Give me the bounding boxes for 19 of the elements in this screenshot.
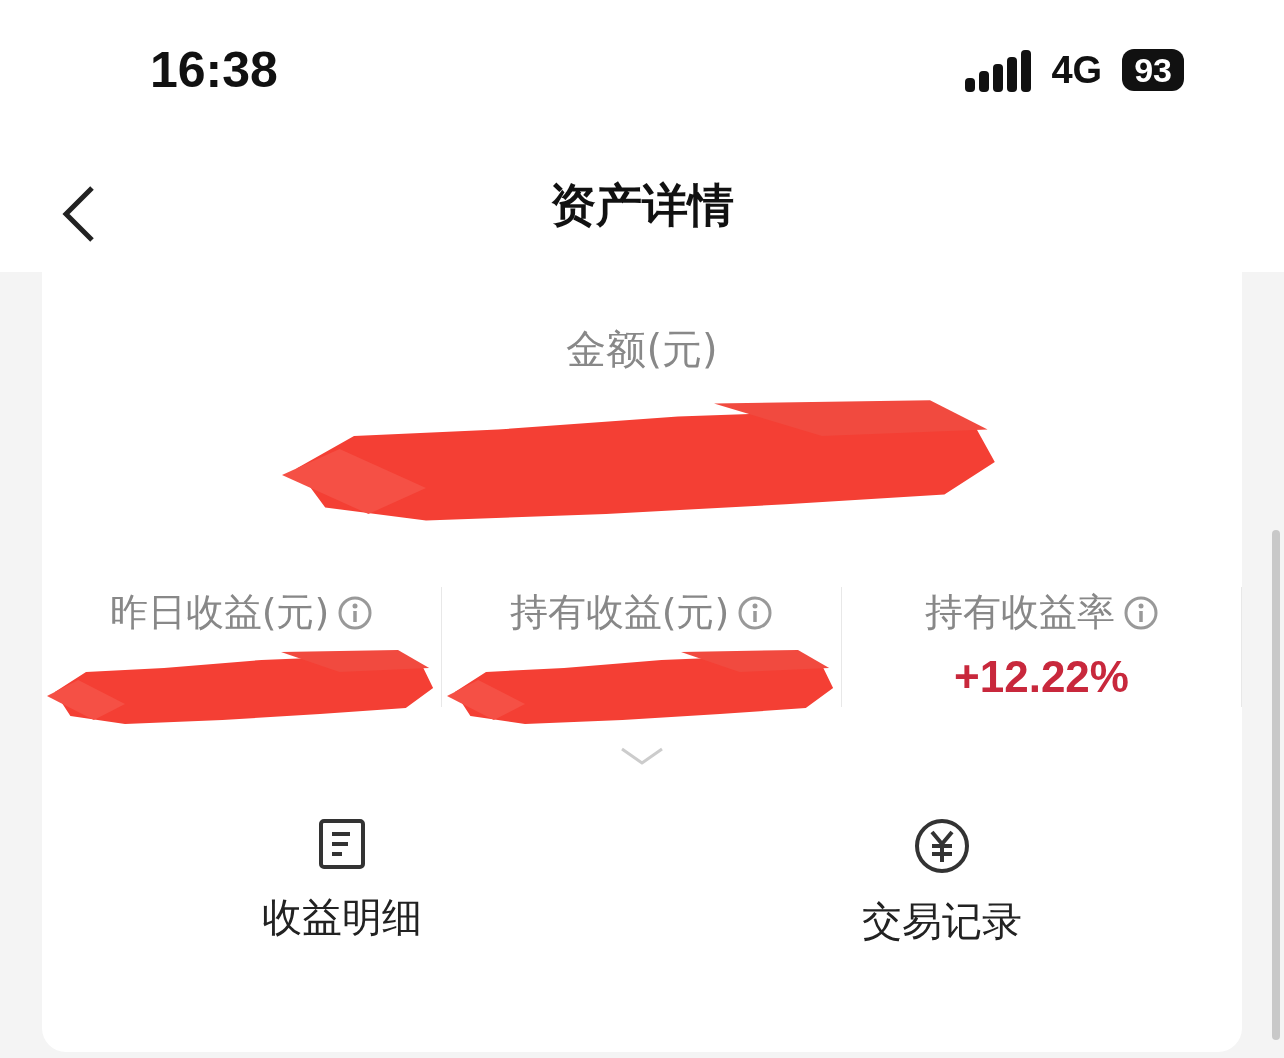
battery-level: 93 [1122, 49, 1184, 91]
page-title: 资产详情 [550, 177, 734, 234]
metric-label: 持有收益(元) [509, 589, 730, 636]
info-icon[interactable] [337, 594, 374, 631]
document-icon [318, 818, 366, 870]
metric-label: 持有收益率 [924, 589, 1115, 636]
network-label: 4G [1051, 48, 1103, 92]
chevron-down-icon[interactable] [620, 747, 664, 767]
metric-value: +12.22% [954, 652, 1129, 702]
info-icon[interactable] [1122, 594, 1159, 631]
action-button[interactable]: 收益明细 [42, 817, 642, 950]
action-button[interactable]: 交易记录 [642, 817, 1242, 950]
amount-label: 金额(元) [566, 325, 718, 374]
yen-circle-icon [914, 818, 970, 874]
signal-icon [965, 48, 1032, 92]
info-icon[interactable] [737, 594, 774, 631]
back-icon[interactable] [60, 184, 96, 244]
status-time: 16:38 [150, 41, 278, 99]
metric-label: 昨日收益(元) [109, 589, 330, 636]
